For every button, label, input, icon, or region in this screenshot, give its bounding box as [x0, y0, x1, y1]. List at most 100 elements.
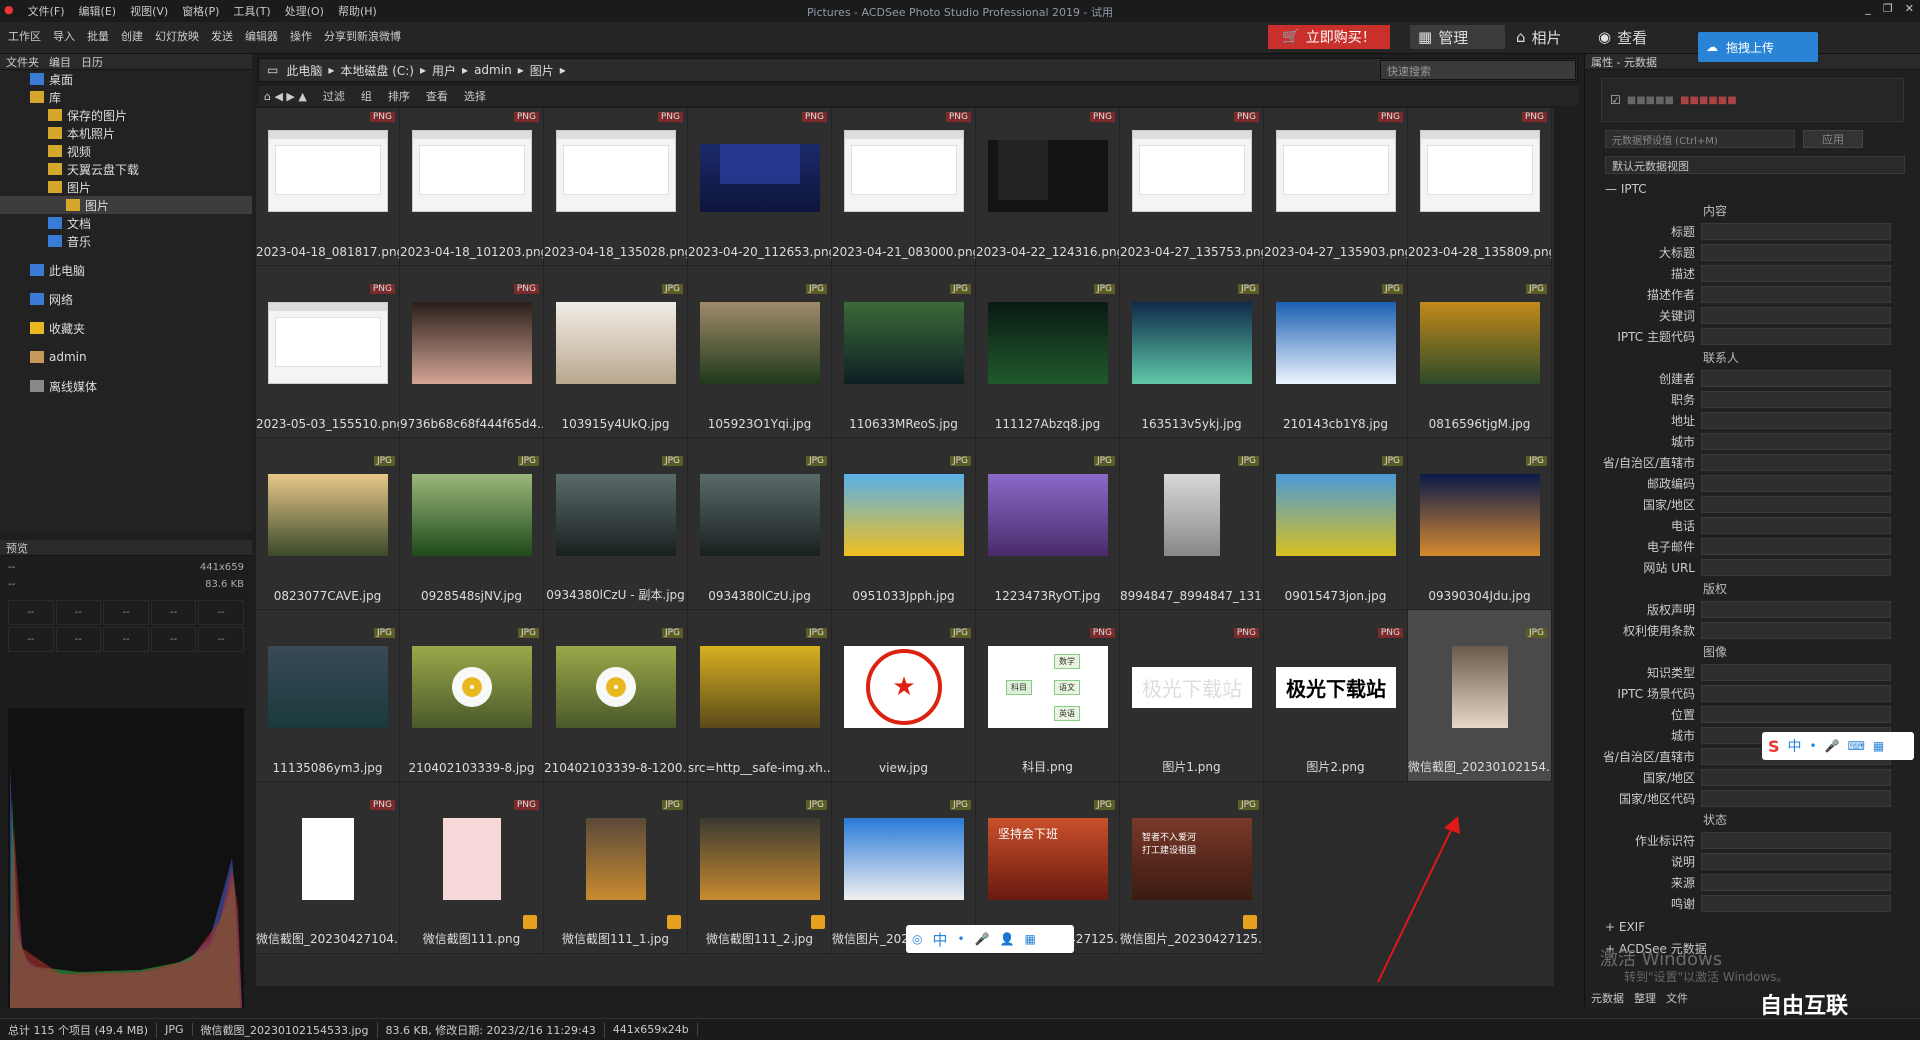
- file-thumbnail[interactable]: JPG 111127Abzq8.jpg: [976, 266, 1120, 438]
- folder-item[interactable]: 此电脑: [0, 261, 252, 279]
- file-thumbnail[interactable]: PNG 科目 数学 语文 英语 科目.png: [976, 610, 1120, 782]
- property-row[interactable]: 创建者: [1585, 368, 1920, 389]
- property-row[interactable]: 作业标识符: [1585, 830, 1920, 851]
- file-thumbnail[interactable]: JPG ★ view.jpg: [832, 610, 976, 782]
- quick-search-input[interactable]: 快速搜索: [1380, 60, 1576, 80]
- file-thumbnail[interactable]: PNG 极光下载站 图片1.png: [1120, 610, 1264, 782]
- property-row[interactable]: 版权声明: [1585, 599, 1920, 620]
- ime-mic-icon[interactable]: 🎤: [975, 932, 990, 946]
- metadata-view-select[interactable]: 默认元数据视图: [1605, 156, 1905, 174]
- property-row[interactable]: 关键词: [1585, 305, 1920, 326]
- file-thumbnail[interactable]: JPG 0951033Jpph.jpg: [832, 438, 976, 610]
- file-thumbnail[interactable]: JPG src=http__safe-img.xh...: [688, 610, 832, 782]
- batch-button[interactable]: 批量: [87, 28, 109, 44]
- file-thumbnail[interactable]: PNG 2023-04-22_124316.png: [976, 108, 1120, 266]
- property-row[interactable]: 说明: [1585, 851, 1920, 872]
- home-icon[interactable]: ⌂ ◀ ▶ ▲: [264, 90, 307, 103]
- property-row[interactable]: 电话: [1585, 515, 1920, 536]
- property-field[interactable]: [1701, 412, 1891, 429]
- property-row[interactable]: 位置: [1585, 704, 1920, 725]
- editor-button[interactable]: 编辑器: [245, 28, 278, 44]
- sogou-punct-icon[interactable]: •: [1810, 739, 1817, 753]
- property-row[interactable]: 描述: [1585, 263, 1920, 284]
- restore-icon[interactable]: ❐: [1883, 2, 1893, 15]
- send-button[interactable]: 发送: [211, 28, 233, 44]
- file-thumbnail[interactable]: PNG 2023-05-03_155510.png: [256, 266, 400, 438]
- workspace-button[interactable]: 工作区: [8, 28, 41, 44]
- crumb-pc[interactable]: 此电脑: [286, 62, 322, 79]
- preset-select[interactable]: 元数据预设值 (Ctrl+M): [1605, 130, 1795, 148]
- tab-metadata[interactable]: 元数据: [1591, 990, 1624, 1006]
- property-field[interactable]: [1701, 433, 1891, 450]
- file-thumbnail[interactable]: JPG 0928548sjNV.jpg: [400, 438, 544, 610]
- file-thumbnail[interactable]: JPG 09015473jon.jpg: [1264, 438, 1408, 610]
- color-labels-icon[interactable]: ■■■■■■: [1680, 95, 1737, 106]
- property-row[interactable]: 知识类型: [1585, 662, 1920, 683]
- checkbox-icon[interactable]: ☑: [1610, 93, 1621, 107]
- property-field[interactable]: [1701, 307, 1891, 324]
- file-thumbnail[interactable]: JPG 微信截图_20230102154...: [1408, 610, 1552, 782]
- file-thumbnail[interactable]: JPG 智者不入爱河 打工建设祖国 微信图片_20230427125...: [1120, 782, 1264, 954]
- manage-mode-button[interactable]: ▦ 管理: [1410, 25, 1505, 49]
- property-row[interactable]: 来源: [1585, 872, 1920, 893]
- property-row[interactable]: 城市: [1585, 431, 1920, 452]
- tab-folders[interactable]: 文件夹: [6, 54, 39, 70]
- file-thumbnail[interactable]: PNG 微信截图111.png: [400, 782, 544, 954]
- folder-item[interactable]: admin: [0, 348, 252, 366]
- group-button[interactable]: 组: [361, 88, 372, 104]
- file-thumbnail[interactable]: JPG 110633MReoS.jpg: [832, 266, 976, 438]
- property-row[interactable]: 邮政编码: [1585, 473, 1920, 494]
- property-row[interactable]: 网站 URL: [1585, 557, 1920, 578]
- file-thumbnail[interactable]: JPG 微信截图111_2.jpg: [688, 782, 832, 954]
- folder-item[interactable]: 网络: [0, 290, 252, 308]
- property-row[interactable]: 职务: [1585, 389, 1920, 410]
- folder-item[interactable]: 图片: [0, 196, 252, 214]
- crumb-users[interactable]: 用户: [432, 62, 456, 79]
- property-field[interactable]: [1701, 685, 1891, 702]
- property-row[interactable]: 大标题: [1585, 242, 1920, 263]
- tag-checkbox-icon[interactable]: [523, 915, 537, 929]
- iptc-section[interactable]: — IPTC: [1605, 182, 1900, 196]
- file-thumbnail[interactable]: PNG 2023-04-18_135028.png: [544, 108, 688, 266]
- rating-icon[interactable]: ■■■■■: [1627, 95, 1674, 106]
- tab-calendar[interactable]: 日历: [81, 54, 103, 70]
- file-thumbnail[interactable]: JPG 微信截图111_1.jpg: [544, 782, 688, 954]
- file-thumbnail[interactable]: JPG 0823077CAVE.jpg: [256, 438, 400, 610]
- file-thumbnail[interactable]: PNG 2023-04-18_101203.png: [400, 108, 544, 266]
- property-row[interactable]: 描述作者: [1585, 284, 1920, 305]
- view-button[interactable]: 查看: [426, 88, 448, 104]
- property-field[interactable]: [1701, 664, 1891, 681]
- actions-button[interactable]: 操作: [290, 28, 312, 44]
- file-thumbnail[interactable]: JPG 0816596tjgM.jpg: [1408, 266, 1552, 438]
- file-thumbnail[interactable]: PNG 2023-04-27_135753.png: [1120, 108, 1264, 266]
- file-thumbnail[interactable]: PNG 极光下载站 图片2.png: [1264, 610, 1408, 782]
- filter-button[interactable]: 过滤: [323, 88, 345, 104]
- file-thumbnail[interactable]: PNG 2023-04-27_135903.png: [1264, 108, 1408, 266]
- property-field[interactable]: [1701, 517, 1891, 534]
- ime-toolbar[interactable]: ◎ 中 • 🎤 👤 ▦: [906, 925, 1074, 953]
- create-button[interactable]: 创建: [121, 28, 143, 44]
- file-thumbnail[interactable]: JPG 210143cb1Y8.jpg: [1264, 266, 1408, 438]
- property-field[interactable]: [1701, 286, 1891, 303]
- ime-lang[interactable]: 中: [932, 929, 947, 950]
- tag-checkbox-icon[interactable]: [1243, 915, 1257, 929]
- folder-item[interactable]: 图片: [0, 178, 252, 196]
- exif-section[interactable]: + EXIF: [1605, 920, 1900, 934]
- sogou-lang[interactable]: 中: [1788, 736, 1802, 756]
- select-button[interactable]: 选择: [464, 88, 486, 104]
- tag-checkbox-icon[interactable]: [667, 915, 681, 929]
- folder-item[interactable]: 文档: [0, 214, 252, 232]
- sogou-grid-icon[interactable]: ▦: [1873, 739, 1884, 753]
- property-field[interactable]: [1701, 244, 1891, 261]
- property-row[interactable]: 地址: [1585, 410, 1920, 431]
- sort-button[interactable]: 排序: [388, 88, 410, 104]
- ime-user-icon[interactable]: 👤: [1000, 932, 1015, 946]
- file-thumbnail[interactable]: JPG 163513v5ykj.jpg: [1120, 266, 1264, 438]
- close-icon[interactable]: ✕: [1905, 2, 1914, 15]
- tab-organize[interactable]: 整理: [1634, 990, 1656, 1006]
- property-field[interactable]: [1701, 454, 1891, 471]
- import-button[interactable]: 导入: [53, 28, 75, 44]
- apply-button[interactable]: 应用: [1803, 130, 1863, 148]
- ime-punct-icon[interactable]: •: [958, 932, 965, 946]
- property-row[interactable]: IPTC 主题代码: [1585, 326, 1920, 347]
